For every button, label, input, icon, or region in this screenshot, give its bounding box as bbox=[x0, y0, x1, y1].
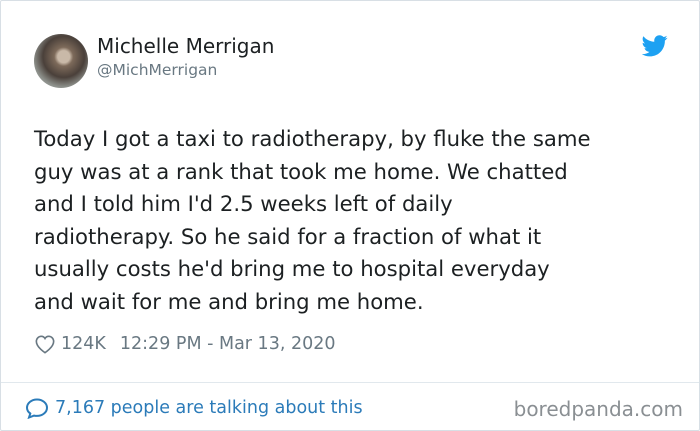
author-name[interactable]: Michelle Merrigan bbox=[97, 34, 274, 58]
divider bbox=[1, 382, 699, 383]
speech-bubble-icon bbox=[25, 398, 49, 419]
conversation-count-text[interactable]: 7,167 people are talking about this bbox=[55, 398, 363, 418]
watermark: boredpanda.com bbox=[513, 397, 683, 421]
heart-icon[interactable] bbox=[34, 334, 56, 354]
tweet-text: Today I got a taxi to radiotherapy, by f… bbox=[34, 126, 591, 314]
conversation-link[interactable]: 7,167 people are talking about this bbox=[25, 396, 363, 420]
avatar[interactable] bbox=[34, 34, 88, 88]
like-count[interactable]: 124K bbox=[61, 334, 106, 354]
tweet-card: Michelle Merrigan @MichMerrigan Today I … bbox=[0, 0, 700, 431]
tweet-meta: 124K 12:29 PM - Mar 13, 2020 bbox=[34, 332, 336, 356]
twitter-bird-icon[interactable] bbox=[642, 35, 668, 57]
author-handle[interactable]: @MichMerrigan bbox=[97, 60, 217, 80]
tweet-timestamp[interactable]: 12:29 PM - Mar 13, 2020 bbox=[120, 334, 336, 354]
